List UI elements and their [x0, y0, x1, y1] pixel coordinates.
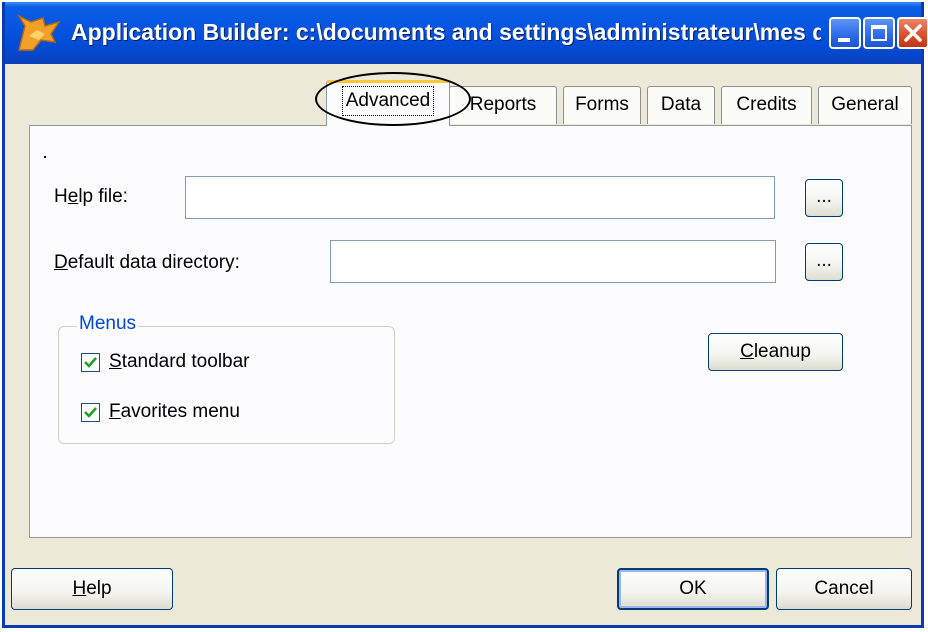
- help-button[interactable]: Help: [11, 568, 173, 610]
- maximize-button[interactable]: [863, 17, 895, 49]
- cleanup-button[interactable]: Cleanup: [708, 333, 843, 371]
- minimize-button[interactable]: [829, 17, 861, 49]
- tab-label: General: [831, 94, 899, 115]
- data-directory-input[interactable]: [330, 240, 776, 283]
- dialog-window: Application Builder: c:\documents and se…: [2, 2, 928, 628]
- stray-dot: [44, 156, 46, 158]
- maximize-icon: [871, 25, 887, 41]
- data-directory-label: Default data directory:: [54, 252, 240, 273]
- tab-data[interactable]: Data: [647, 86, 715, 124]
- help-file-label: Help file:: [54, 186, 128, 207]
- close-icon: [904, 24, 922, 42]
- menus-group-title: Menus: [77, 313, 139, 335]
- minimize-icon: [838, 38, 850, 42]
- checkmark-icon: [84, 357, 97, 368]
- help-file-browse-button[interactable]: ...: [805, 179, 843, 217]
- tab-credits[interactable]: Credits: [721, 86, 812, 124]
- menus-groupbox: Menus Standard toolbar Favorites menu: [58, 313, 395, 444]
- tab-general[interactable]: General: [818, 86, 912, 124]
- standard-toolbar-checkbox[interactable]: [81, 353, 100, 372]
- advanced-panel: Help file: ... Default data directory: .…: [29, 125, 912, 538]
- fox-icon: [17, 14, 61, 51]
- tab-label: Credits: [736, 94, 797, 115]
- window-title: Application Builder: c:\documents and se…: [71, 19, 821, 45]
- help-file-input[interactable]: [185, 176, 775, 219]
- close-button[interactable]: [897, 17, 928, 49]
- tab-forms[interactable]: Forms: [563, 86, 641, 124]
- checkmark-icon: [84, 407, 97, 418]
- tab-label: Data: [660, 94, 702, 115]
- highlight-ellipse: [315, 72, 471, 126]
- ok-button[interactable]: OK: [617, 568, 769, 610]
- favorites-menu-label: Favorites menu: [109, 401, 240, 422]
- tab-label: Reports: [469, 94, 537, 115]
- data-directory-browse-button[interactable]: ...: [805, 243, 843, 281]
- standard-toolbar-label: Standard toolbar: [109, 351, 250, 372]
- title-bar[interactable]: Application Builder: c:\documents and se…: [5, 2, 928, 64]
- tab-label: Forms: [575, 94, 629, 115]
- cancel-button[interactable]: Cancel: [776, 568, 912, 610]
- favorites-menu-checkbox[interactable]: [81, 403, 100, 422]
